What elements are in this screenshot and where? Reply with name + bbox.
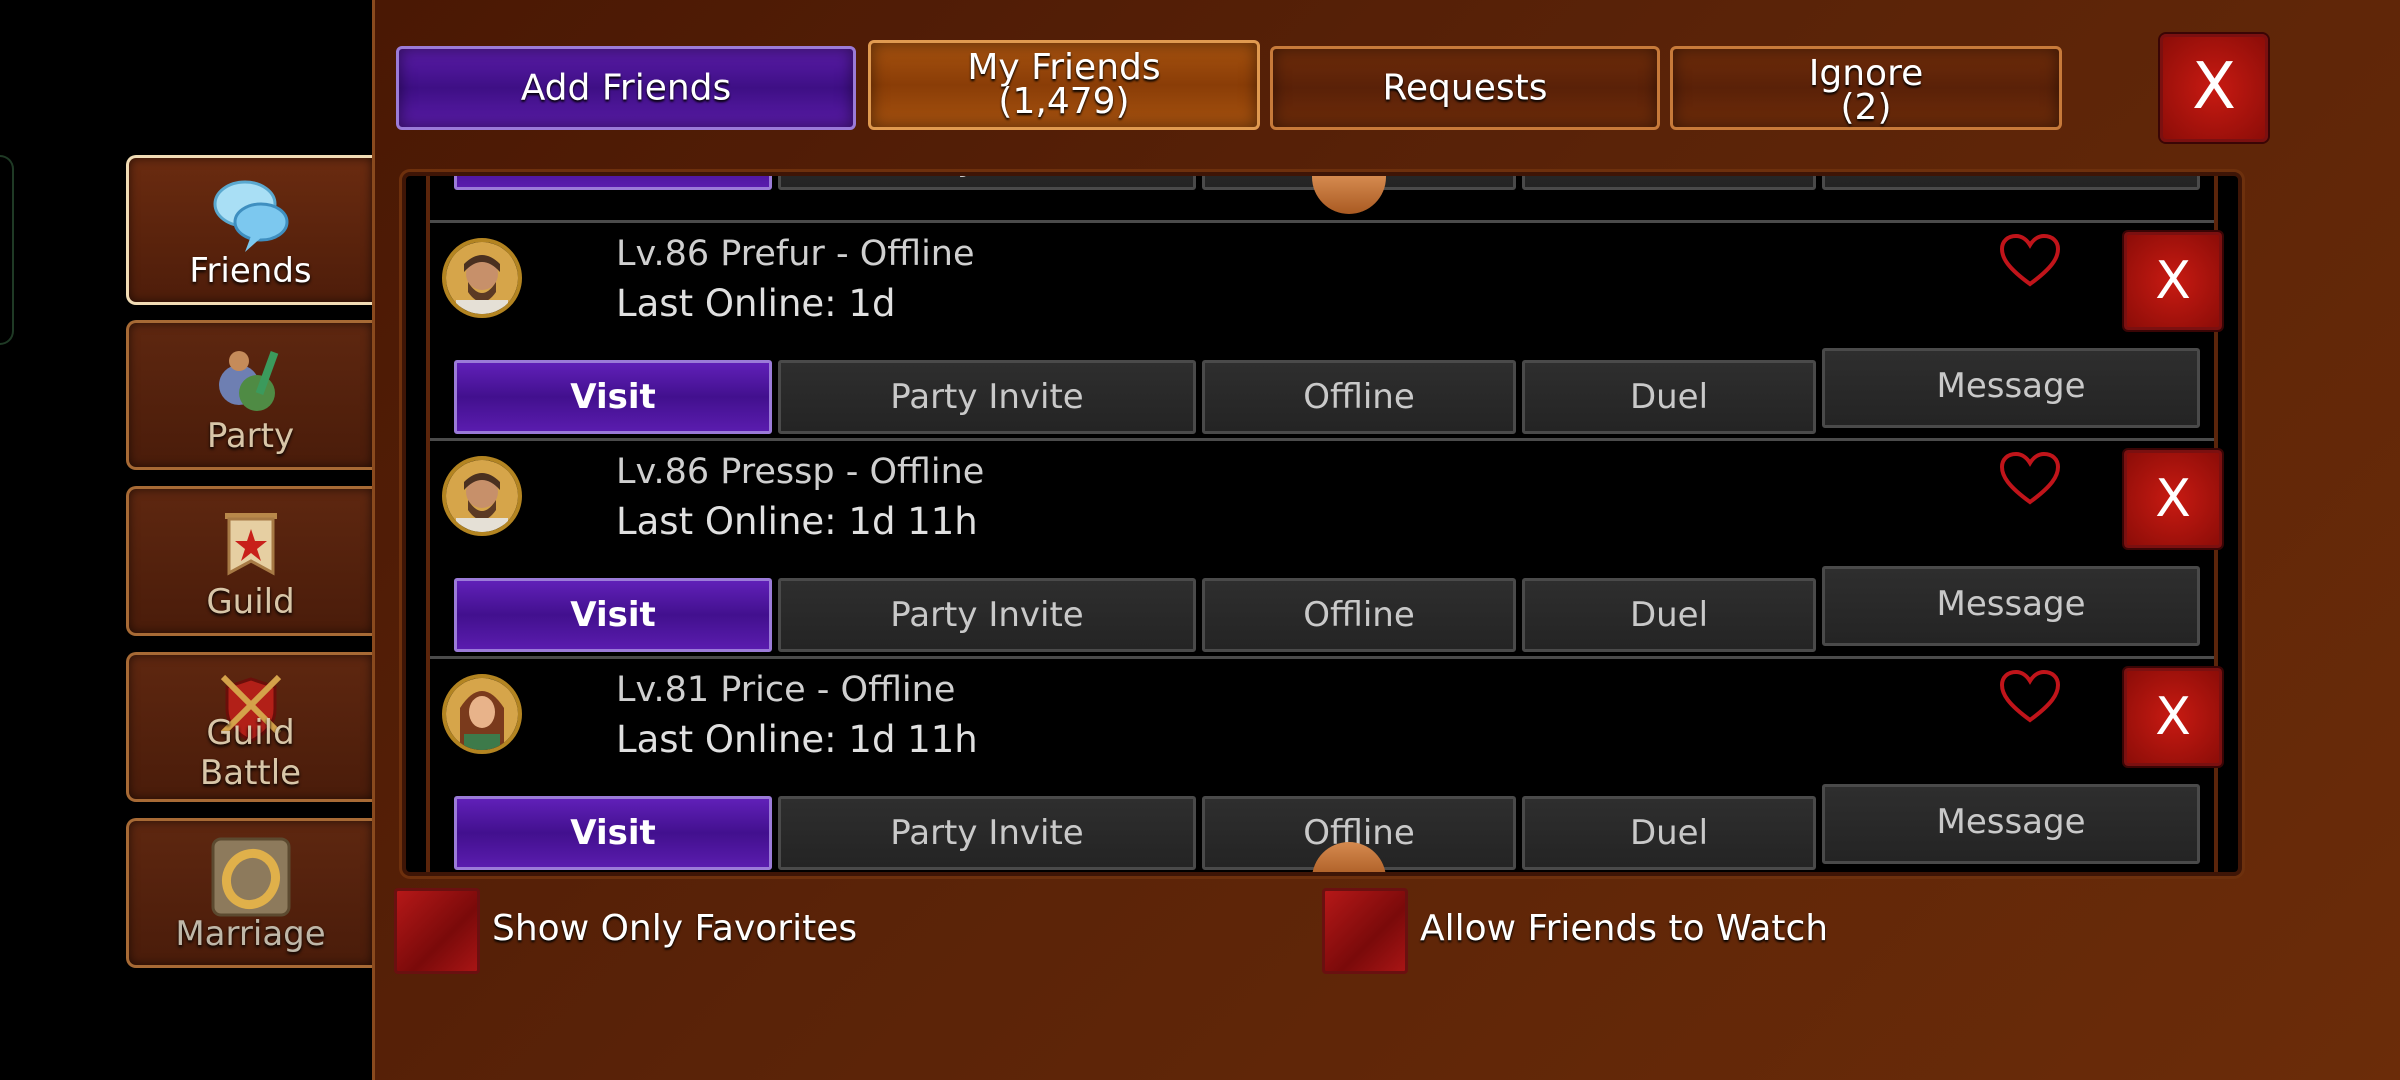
message-button[interactable]: Message bbox=[1822, 348, 2200, 428]
sidebar-item-label: Guild Battle bbox=[199, 713, 302, 793]
remove-friend-button[interactable]: X bbox=[2124, 232, 2222, 330]
avatar bbox=[442, 674, 522, 754]
remove-friend-button[interactable]: X bbox=[2124, 450, 2222, 548]
party-invite-button[interactable]: Party Invite bbox=[778, 360, 1196, 434]
status-button[interactable]: Offline bbox=[1202, 360, 1516, 434]
remove-friend-button[interactable]: X bbox=[2124, 668, 2222, 766]
sidebar-item-friends[interactable]: Friends bbox=[126, 155, 372, 305]
visit-button[interactable]: Visit bbox=[454, 578, 772, 652]
party-invite-button[interactable]: Party Invite bbox=[778, 796, 1196, 870]
row-divider bbox=[430, 220, 2214, 223]
tab-add-friends[interactable]: Add Friends bbox=[396, 46, 856, 130]
tab-label: Ignore bbox=[1808, 53, 1924, 94]
tab-count: (1,479) bbox=[998, 81, 1130, 122]
tab-label: Requests bbox=[1382, 67, 1548, 109]
sidebar-item-guild[interactable]: Guild bbox=[126, 486, 372, 636]
tab-my-friends[interactable]: My Friends (1,479) bbox=[868, 40, 1260, 130]
allow-friends-to-watch-label: Allow Friends to Watch bbox=[1420, 908, 1829, 949]
scroll-up-indicator[interactable] bbox=[1312, 176, 1386, 214]
message-button[interactable]: Message bbox=[1822, 566, 2200, 646]
friends-list[interactable]: Visit Party Invite Offline Duel Message … bbox=[402, 172, 2242, 876]
allow-friends-to-watch-checkbox[interactable] bbox=[1322, 888, 1408, 974]
last-online: Last Online: 1d bbox=[616, 282, 896, 325]
avatar bbox=[442, 456, 522, 536]
status-button[interactable]: Offline bbox=[1202, 578, 1516, 652]
friend-row: Lv.81 Price - Offline Last Online: 1d 11… bbox=[430, 660, 2222, 872]
avatar bbox=[442, 238, 522, 318]
party-invite-button[interactable]: Party Invite bbox=[778, 578, 1196, 652]
show-only-favorites-checkbox[interactable] bbox=[394, 888, 480, 974]
tab-count: (2) bbox=[1840, 87, 1892, 128]
party-bag-icon bbox=[218, 350, 278, 411]
tab-label: My Friends bbox=[967, 47, 1161, 88]
party-invite-button[interactable]: Party Invite bbox=[778, 176, 1196, 190]
show-only-favorites-label: Show Only Favorites bbox=[492, 908, 858, 949]
close-button[interactable]: X bbox=[2160, 34, 2268, 142]
friend-name: Lv.86 Prefur - Offline bbox=[616, 234, 975, 274]
message-button[interactable]: Message bbox=[1822, 784, 2200, 864]
screen-edge-indicator bbox=[0, 155, 14, 345]
sidebar-item-label: Marriage bbox=[175, 914, 326, 954]
row-divider bbox=[430, 656, 2214, 659]
sidebar-item-marriage[interactable]: Marriage bbox=[126, 818, 372, 968]
friend-row: Lv.86 Pressp - Offline Last Online: 1d 1… bbox=[430, 442, 2222, 660]
favorite-heart-icon[interactable] bbox=[1998, 668, 2062, 724]
row-divider bbox=[430, 438, 2214, 441]
visit-button[interactable]: Visit bbox=[454, 796, 772, 870]
sidebar-item-label: Friends bbox=[189, 251, 312, 291]
friend-name: Lv.86 Pressp - Offline bbox=[616, 452, 985, 492]
sidebar-item-label: Guild bbox=[206, 582, 295, 622]
visit-button[interactable]: Visit bbox=[454, 360, 772, 434]
last-online: Last Online: 1d 11h bbox=[616, 718, 978, 761]
friend-name: Lv.81 Price - Offline bbox=[616, 670, 956, 710]
tab-requests[interactable]: Requests bbox=[1270, 46, 1660, 130]
sidebar-item-guild-battle[interactable]: Guild Battle bbox=[126, 652, 372, 802]
tab-ignore[interactable]: Ignore (2) bbox=[1670, 46, 2062, 130]
message-button[interactable]: Message bbox=[1822, 176, 2200, 190]
tab-label: Add Friends bbox=[520, 67, 732, 109]
favorite-heart-icon[interactable] bbox=[1998, 232, 2062, 288]
duel-button[interactable]: Duel bbox=[1522, 176, 1816, 190]
ring-icon bbox=[211, 837, 290, 917]
sidebar-item-label: Party bbox=[206, 416, 295, 456]
sidebar-item-party[interactable]: Party bbox=[126, 320, 372, 470]
guild-banner-icon bbox=[224, 513, 277, 576]
duel-button[interactable]: Duel bbox=[1522, 796, 1816, 870]
chat-bubbles-icon bbox=[213, 180, 288, 252]
friend-row: Lv.86 Prefur - Offline Last Online: 1d X… bbox=[430, 224, 2222, 442]
visit-button[interactable]: Visit bbox=[454, 176, 772, 190]
favorite-heart-icon[interactable] bbox=[1998, 450, 2062, 506]
duel-button[interactable]: Duel bbox=[1522, 360, 1816, 434]
duel-button[interactable]: Duel bbox=[1522, 578, 1816, 652]
last-online: Last Online: 1d 11h bbox=[616, 500, 978, 543]
